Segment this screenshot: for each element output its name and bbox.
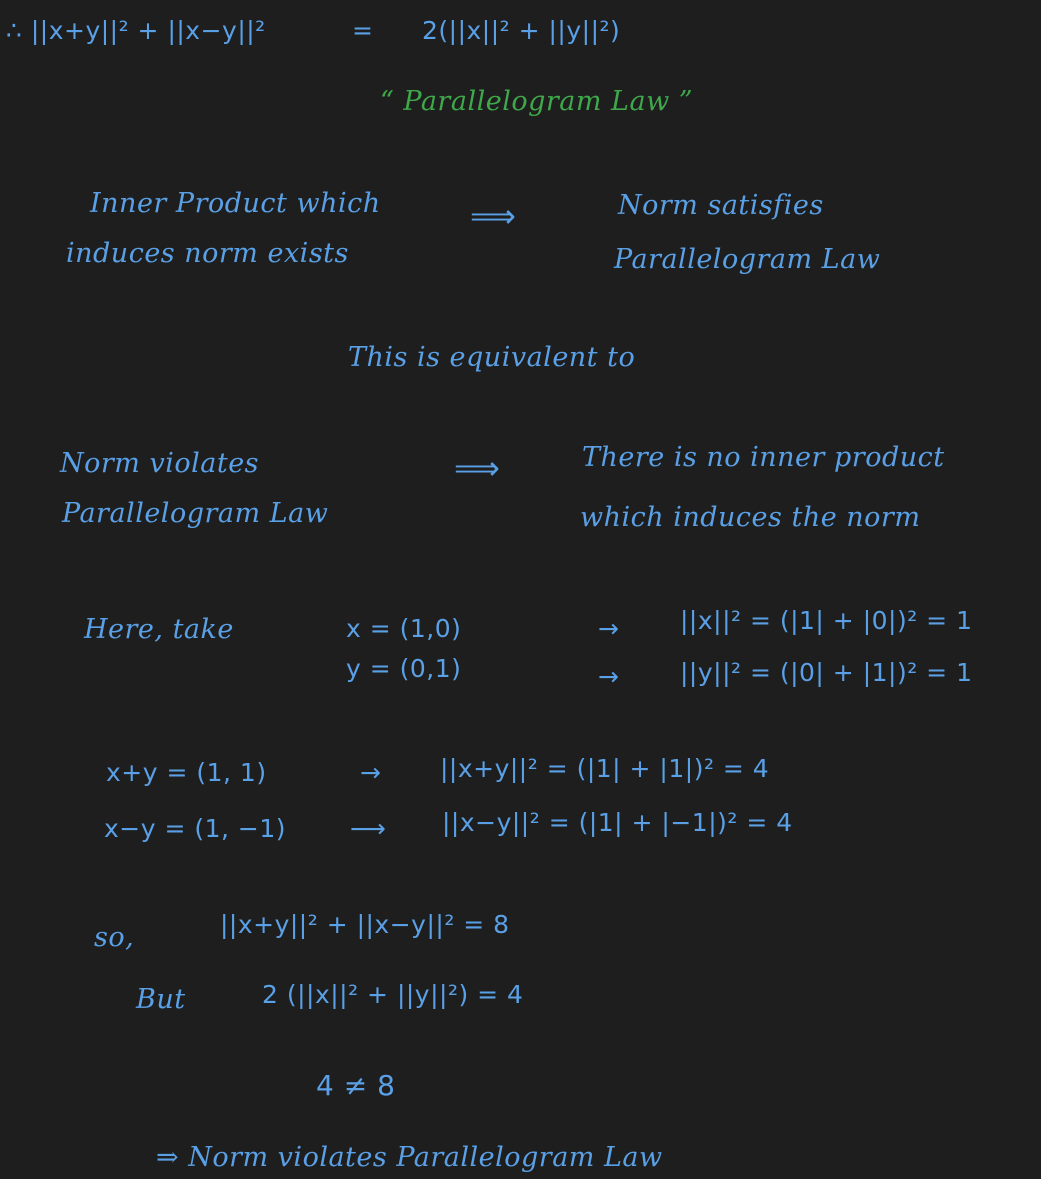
conclusion-lhs: ||x+y||² + ||x−y||² = 8 [220,910,510,939]
diff-definition: x−y = (1, −1) [104,814,287,843]
contrapositive-right-line1: There is no inner product [582,442,945,473]
sum-norm: ||x+y||² = (|1| + |1|)² = 4 [440,754,770,783]
x-definition: x = (1,0) [346,614,462,643]
contrapositive-right-line2: which induces the norm [580,502,921,533]
arrow-diff: ⟶ [350,814,387,843]
arrow-sum: → [360,758,382,787]
diff-norm: ||x−y||² = (|1| + |−1|)² = 4 [442,808,793,837]
arrow-y: → [598,662,620,691]
so-label: so, [94,922,135,953]
equivalence-text: This is equivalent to [348,342,636,373]
x-norm: ||x||² = (|1| + |0|)² = 1 [680,606,973,635]
y-norm: ||y||² = (|0| + |1|)² = 1 [680,658,973,687]
note-canvas: ∴ ||x+y||² + ||x−y||² = 2(||x||² + ||y||… [0,0,1041,1179]
contrapositive-left-line1: Norm violates [60,448,260,479]
law-name: “ Parallelogram Law ” [380,86,694,117]
arrow-x: → [598,614,620,643]
implication-left-line2: induces norm exists [66,238,349,269]
but-label: But [136,984,186,1015]
identity-lhs: ∴ ||x+y||² + ||x−y||² [6,16,266,45]
conclusion-rhs: 2 (||x||² + ||y||²) = 4 [262,980,524,1009]
final-conclusion: ⇒ Norm violates Parallelogram Law [156,1142,663,1173]
identity-equals: = [352,16,374,45]
implication-right-line2: Parallelogram Law [614,244,881,275]
implication-left-line1: Inner Product which [90,188,381,219]
implication-arrow: ⟹ [470,197,517,235]
implication-right-line1: Norm satisfies [618,190,824,221]
identity-rhs: 2(||x||² + ||y||²) [422,16,621,45]
y-definition: y = (0,1) [346,654,462,683]
contrapositive-left-line2: Parallelogram Law [62,498,329,529]
not-equal-statement: 4 ≠ 8 [316,1069,396,1102]
sum-definition: x+y = (1, 1) [106,758,267,787]
contrapositive-arrow: ⟹ [454,449,501,487]
here-take: Here, take [84,614,234,645]
